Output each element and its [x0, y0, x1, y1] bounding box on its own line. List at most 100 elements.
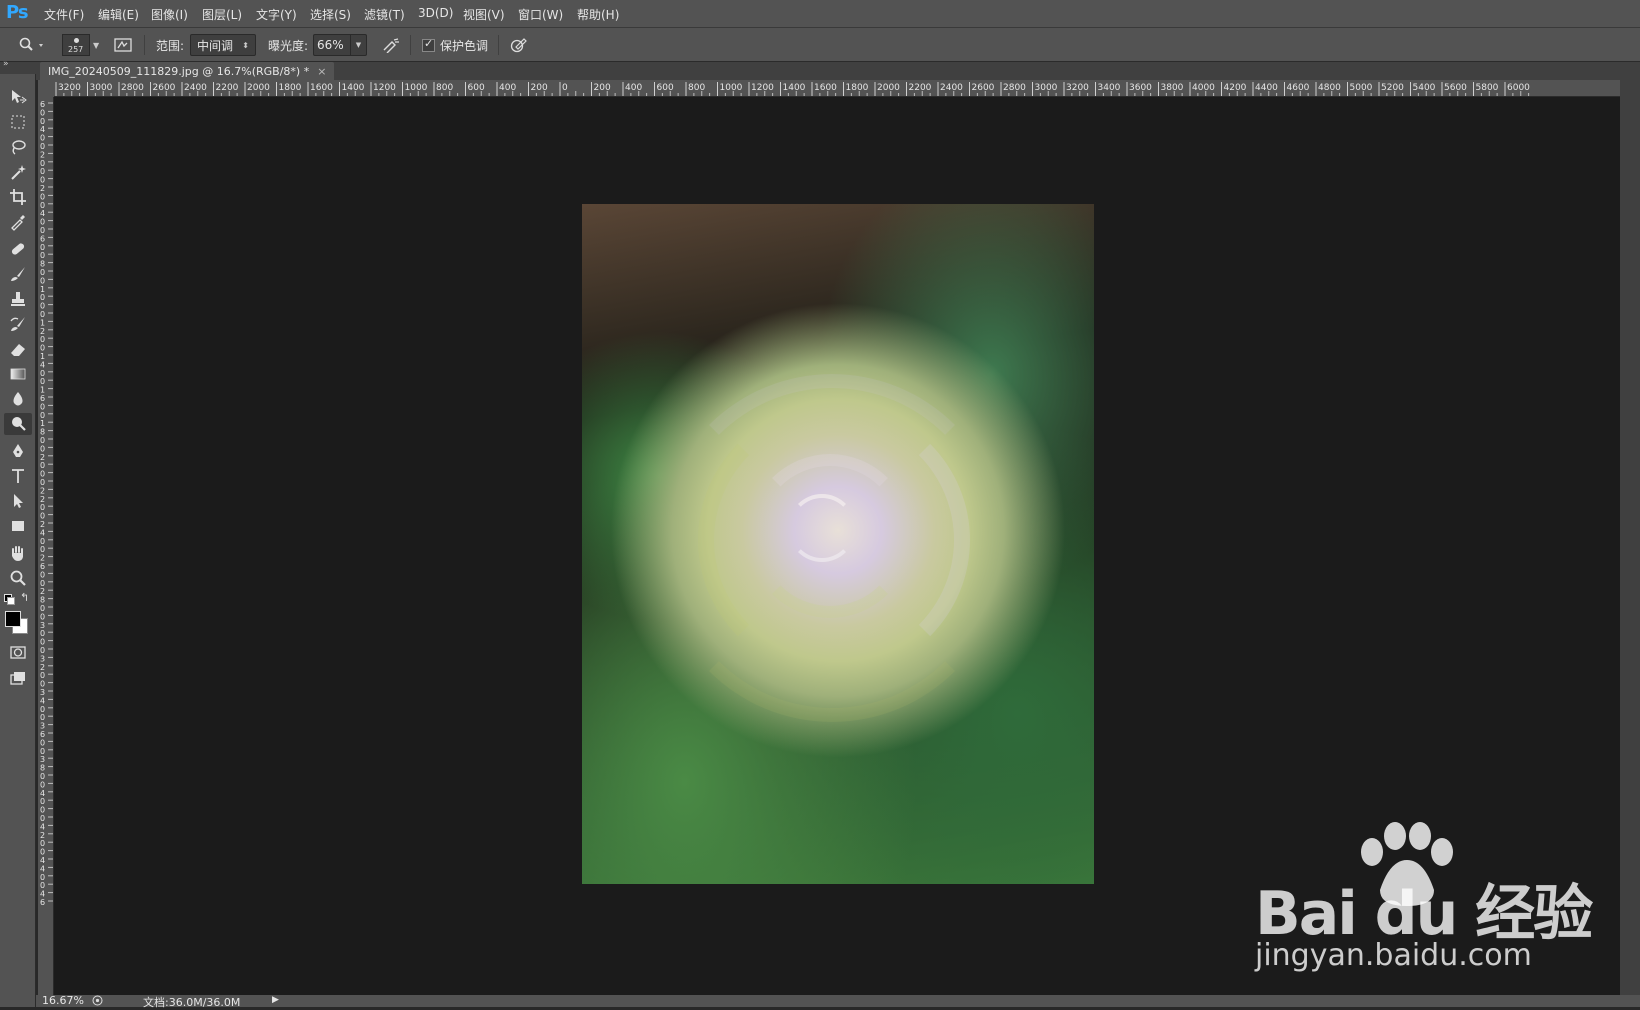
burn-tool[interactable] [4, 413, 32, 435]
ruler-label: 5200 [1381, 83, 1404, 93]
stamp-icon [11, 292, 25, 306]
ruler-label: 600 [468, 83, 485, 93]
gradient-icon [10, 368, 26, 380]
vertical-ruler[interactable]: 6004002000200400600800100012001400160018… [38, 97, 54, 995]
airbrush-icon [383, 38, 399, 53]
divider [144, 35, 145, 55]
default-colors-icon[interactable] [4, 594, 15, 605]
exposure-field[interactable]: 66% ▼ [313, 28, 367, 62]
ruler-label: 2800 [121, 83, 144, 93]
type-tool[interactable] [4, 465, 32, 487]
brush-size-picker[interactable]: 257 ▼ [62, 28, 99, 62]
zoom-level[interactable]: 16.67% [42, 994, 84, 1007]
range-label: 范围: [156, 38, 185, 53]
document-title: IMG_20240509_111829.jpg @ 16.7%(RGB/8*) … [48, 64, 310, 78]
gradient-tool[interactable] [4, 363, 32, 385]
menu-view[interactable]: 视图(V) [463, 6, 505, 23]
blur-tool[interactable] [4, 388, 32, 410]
ruler-label: 2400 [940, 83, 963, 93]
history-brush-tool[interactable] [4, 313, 32, 335]
menu-3d[interactable]: 3D(D) [418, 6, 453, 20]
checkbox-icon: ✓ [422, 36, 435, 52]
path-selection-tool[interactable] [4, 490, 32, 512]
status-bar: 16.67% 文档:36.0M/36.0M ▶ [36, 994, 1640, 1009]
protect-tones-checkbox[interactable]: ✓ 保护色调 [422, 28, 488, 62]
ruler-label: 4800 [1318, 83, 1341, 93]
ruler-label: 1000 [720, 83, 743, 93]
ruler-label: 3000 [90, 83, 113, 93]
menu-filter[interactable]: 滤镜(T) [364, 6, 405, 23]
menu-file[interactable]: 文件(F) [44, 6, 84, 23]
brush-panel-icon [114, 38, 132, 52]
close-icon[interactable]: × [317, 65, 326, 78]
brush-icon [11, 267, 25, 281]
pressure-size-toggle[interactable] [510, 28, 528, 62]
magic-wand-tool[interactable] [4, 161, 32, 183]
move-tool[interactable] [4, 86, 32, 108]
quick-mask-toggle[interactable] [4, 641, 32, 663]
menu-image[interactable]: 图像(I) [151, 6, 188, 23]
blur-drop-icon [13, 392, 23, 406]
ruler-label: 2200 [909, 83, 932, 93]
eyedropper-tool[interactable] [4, 211, 32, 233]
vertical-ruler-ticks: 6004002000200400600800100012001400160018… [40, 100, 53, 907]
move-icon [12, 90, 27, 104]
ruler-origin[interactable] [38, 80, 54, 97]
photoshop-logo: Ps [6, 2, 29, 23]
ruler-label: 1200 [373, 83, 396, 93]
lasso-tool[interactable] [4, 136, 32, 158]
menu-layer[interactable]: 图层(L) [202, 6, 242, 23]
range-select[interactable]: 中间调 ⬍ [190, 28, 256, 62]
clone-stamp-tool[interactable] [4, 288, 32, 310]
brush-panel-toggle[interactable] [114, 28, 132, 62]
ruler-label: 4400 [1255, 83, 1278, 93]
ruler-label: 800 [436, 83, 453, 93]
screen-mode-toggle[interactable] [4, 667, 32, 689]
airbrush-toggle[interactable] [382, 28, 400, 62]
magic-wand-icon [11, 165, 26, 180]
horizontal-ruler[interactable]: 3200 3000 2800 2600 2400 2200 2000 1800 1600 1400… [54, 80, 1620, 97]
swap-colors-icon[interactable]: ↰ [20, 591, 29, 604]
ruler-label: 1600 [310, 83, 333, 93]
ruler-label: 5600 [1444, 83, 1467, 93]
exposure-value: 66% [317, 38, 344, 52]
type-icon [12, 469, 24, 483]
vertical-scrollbar[interactable] [1620, 80, 1640, 995]
marquee-tool[interactable] [4, 111, 32, 133]
eraser-tool[interactable] [4, 338, 32, 360]
ruler-label: 600 [657, 83, 674, 93]
burn-tool-icon [19, 37, 43, 51]
ruler-label: 3000 [1035, 83, 1058, 93]
menu-window[interactable]: 窗口(W) [518, 6, 563, 23]
exposure-dropdown[interactable]: ▼ [351, 34, 367, 56]
ruler-label: 200 [594, 83, 611, 93]
brush-tool[interactable] [4, 263, 32, 285]
foreground-color-swatch[interactable] [5, 611, 21, 627]
ruler-label: 400 [499, 83, 516, 93]
zoom-tool[interactable] [4, 567, 32, 589]
chevron-down-icon: ▼ [355, 41, 362, 49]
document-tab-bar: IMG_20240509_111829.jpg @ 16.7%(RGB/8*) … [36, 62, 1640, 80]
ruler-label: 6 [40, 898, 45, 907]
hand-tool[interactable] [4, 542, 32, 564]
menu-edit[interactable]: 编辑(E) [98, 6, 139, 23]
menu-type[interactable]: 文字(Y) [256, 6, 297, 23]
menu-select[interactable]: 选择(S) [310, 6, 351, 23]
ruler-label: 1800 [279, 83, 302, 93]
document-image[interactable] [582, 204, 1094, 884]
ruler-label: 4000 [1192, 83, 1215, 93]
divider [410, 35, 411, 55]
ruler-label: 3600 [1129, 83, 1152, 93]
tool-preset-picker[interactable] [18, 28, 44, 62]
document-tab[interactable]: IMG_20240509_111829.jpg @ 16.7%(RGB/8*) … [40, 62, 335, 80]
menu-help[interactable]: 帮助(H) [577, 6, 619, 23]
healing-brush-tool[interactable] [4, 238, 32, 260]
toolbar-collapse[interactable]: » [0, 59, 36, 74]
rectangle-tool[interactable] [4, 515, 32, 537]
pen-tool[interactable] [4, 440, 32, 462]
crop-tool[interactable] [4, 186, 32, 208]
color-swatches [4, 609, 32, 639]
status-menu-arrow-icon[interactable]: ▶ [272, 995, 279, 1005]
ruler-label: 5800 [1476, 83, 1499, 93]
ruler-label: 2200 [216, 83, 239, 93]
